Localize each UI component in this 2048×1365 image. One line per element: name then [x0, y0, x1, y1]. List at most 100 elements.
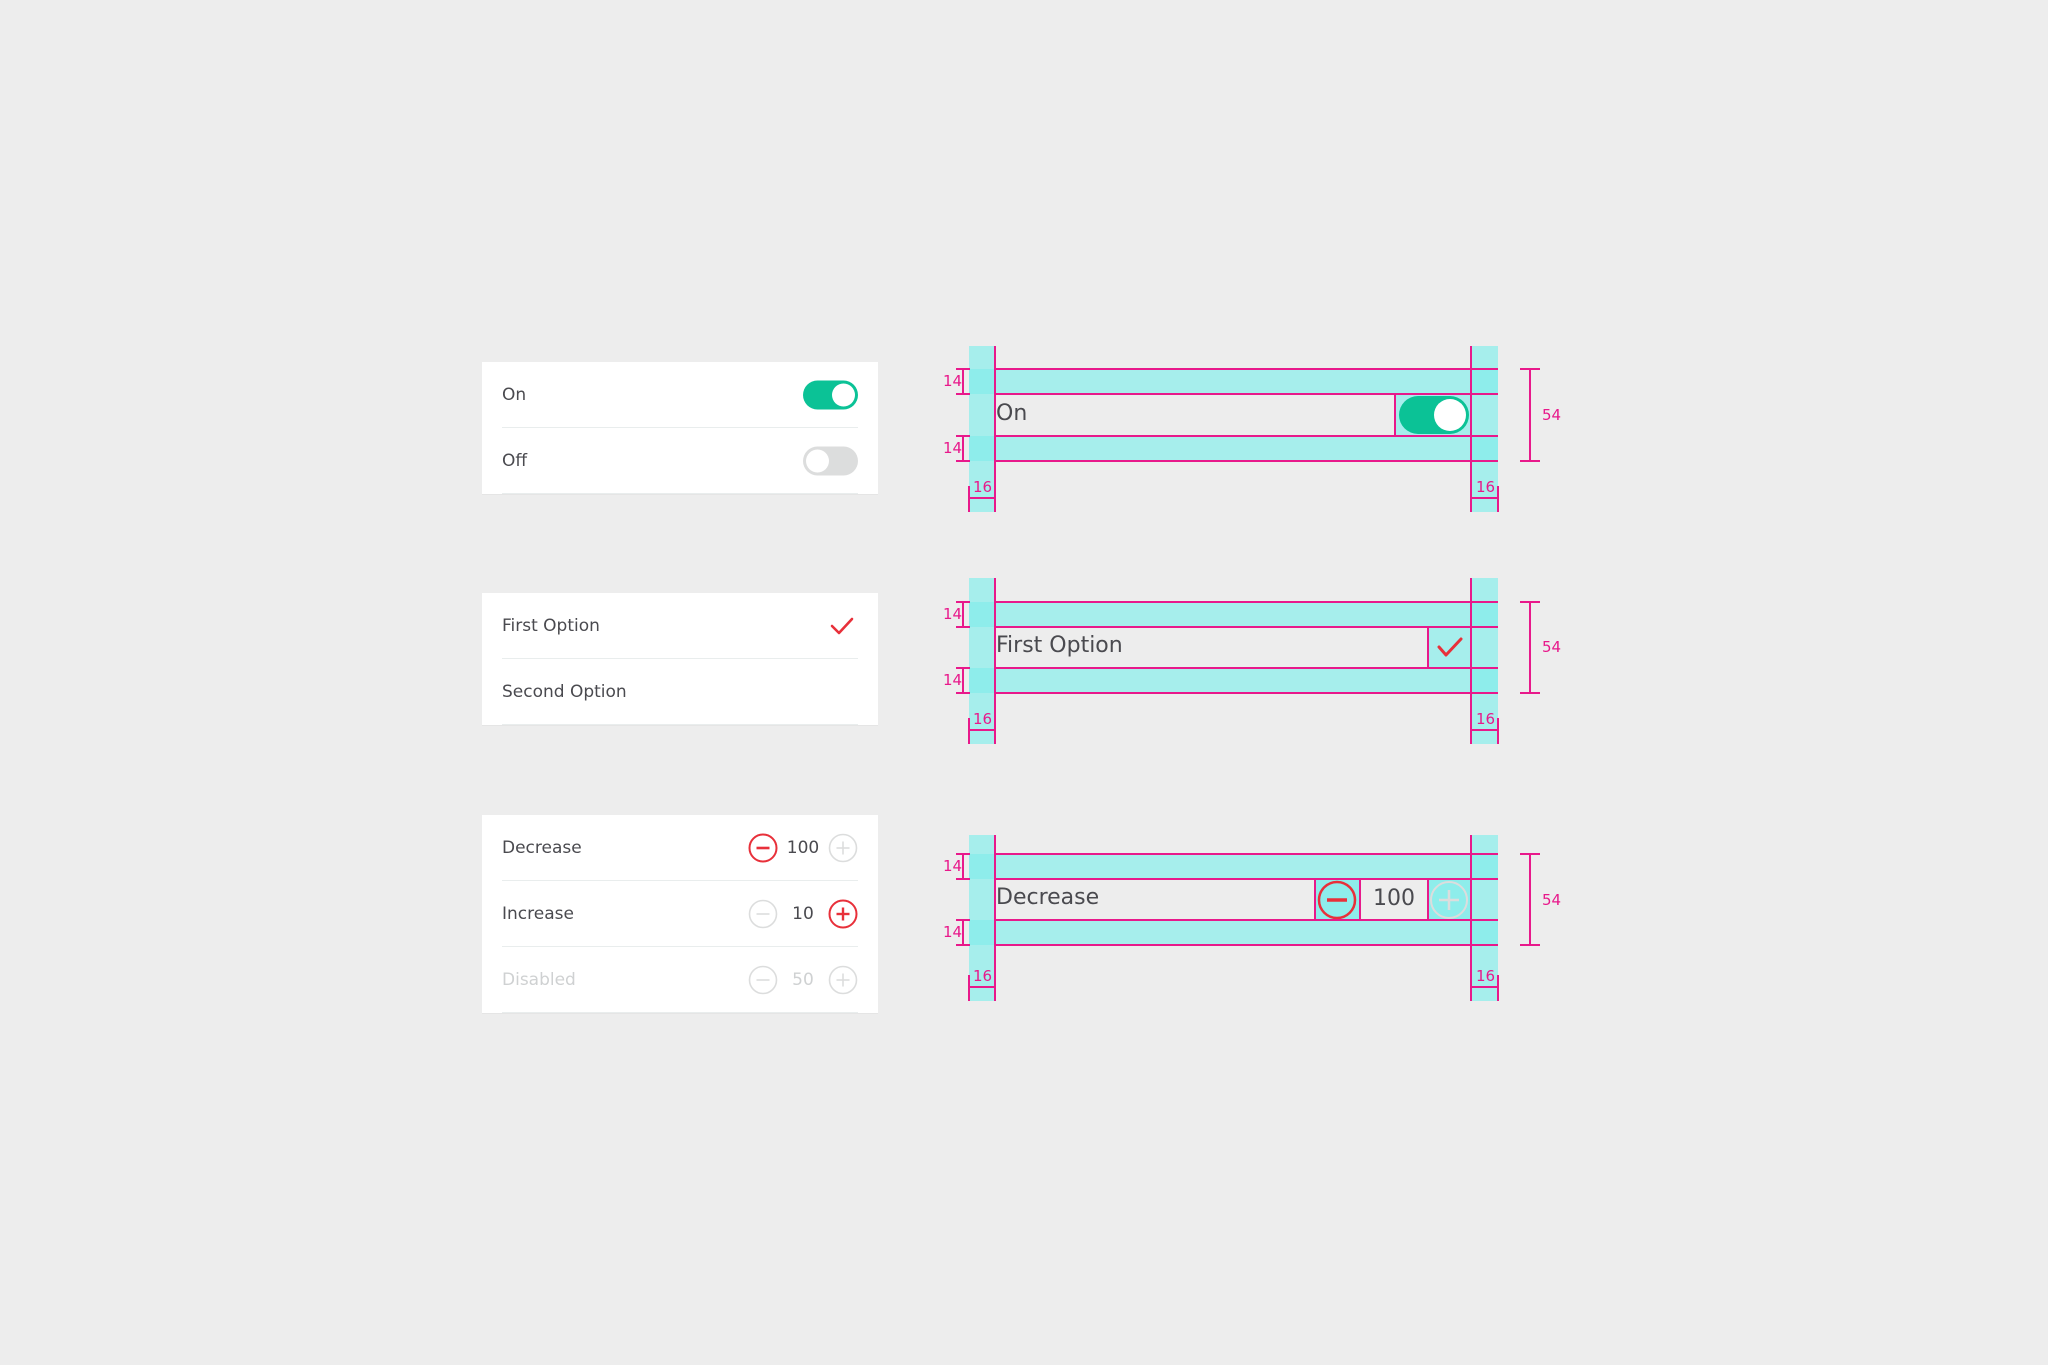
dimension-bar	[1529, 601, 1531, 694]
dimension-cap	[956, 944, 970, 946]
guide-line	[995, 368, 1498, 370]
spec-row-label: On	[996, 401, 1028, 426]
top-padding-band	[995, 602, 1498, 627]
dimension-bar	[962, 435, 964, 462]
dimension-cap	[956, 919, 970, 921]
dimension-cap	[968, 486, 970, 512]
option-row-second[interactable]: Second Option	[502, 659, 858, 725]
overlap-cell	[1471, 854, 1498, 879]
right-margin-label: 16	[1476, 710, 1496, 728]
guide-line	[995, 878, 1498, 880]
stepper-row-increase: Increase 10	[502, 881, 858, 947]
guide-line	[994, 835, 996, 1001]
guide-line	[995, 692, 1498, 694]
dimension-bar	[1529, 853, 1531, 946]
dimension-bar	[1471, 497, 1498, 499]
option-label: First Option	[502, 615, 600, 636]
overlap-cell	[1471, 668, 1498, 693]
bottom-padding-label: 14	[943, 671, 963, 689]
dimension-cap	[1520, 944, 1540, 946]
guide-line	[995, 435, 1498, 437]
guide-line	[995, 944, 1498, 946]
dimension-bar	[969, 986, 995, 988]
steppers-card: Decrease 100 Increase 10 Disabled 50	[482, 815, 878, 1013]
plus-circle-icon	[828, 965, 858, 994]
guide-line	[994, 346, 996, 512]
dimension-cap	[956, 878, 970, 880]
stepper-value: 10	[792, 903, 814, 924]
dimension-cap	[1497, 975, 1499, 1001]
bottom-padding-band	[995, 668, 1498, 693]
dimension-cap	[956, 667, 970, 669]
guide-line	[1470, 835, 1472, 1001]
guide-line	[995, 601, 1498, 603]
guide-line	[995, 626, 1498, 628]
dimension-bar	[962, 368, 964, 395]
row-height-label: 54	[1542, 638, 1562, 656]
checkmark-icon	[830, 617, 854, 634]
overlap-cell	[1471, 436, 1498, 461]
stepper-row-decrease: Decrease 100	[502, 815, 858, 881]
overlap-cell	[969, 920, 995, 945]
dimension-cap	[1520, 692, 1540, 694]
bottom-padding-label: 14	[943, 923, 963, 941]
toggle-label: On	[502, 384, 527, 405]
dimension-cap	[956, 626, 970, 628]
toggle-switch-on[interactable]	[803, 380, 858, 409]
top-padding-label: 14	[943, 372, 963, 390]
dimension-cap	[956, 435, 970, 437]
dimension-bar	[1471, 729, 1498, 731]
toggle-row-on: On	[502, 362, 858, 428]
dimension-cap	[1520, 601, 1540, 603]
toggle-knob	[1434, 399, 1466, 431]
overlap-cell	[969, 854, 995, 879]
overlap-cell	[1471, 369, 1498, 394]
dimension-cap	[1520, 368, 1540, 370]
toggle-switch-off[interactable]	[803, 446, 858, 475]
plus-circle-icon[interactable]	[828, 833, 858, 863]
toggle-spec-diagram: On 14 14 16 16 54	[940, 346, 1580, 516]
left-margin-label: 16	[973, 967, 993, 985]
options-card: First Option Second Option	[482, 593, 878, 725]
dimension-bar	[969, 729, 995, 731]
row-height-label: 54	[1542, 891, 1562, 909]
quantity-stepper-disabled: 50	[748, 965, 858, 995]
guide-line	[995, 853, 1498, 855]
dimension-cap	[1520, 853, 1540, 855]
minus-circle-icon[interactable]	[748, 833, 778, 863]
plus-circle-icon	[1430, 881, 1468, 919]
bottom-padding-band	[995, 920, 1498, 945]
overlap-cell	[1471, 920, 1498, 945]
overlap-cell	[969, 668, 995, 693]
dimension-cap	[956, 393, 970, 395]
checkmark-spec-diagram: First Option 14 14 16 16 54	[940, 578, 1580, 748]
stepper-value: 50	[792, 969, 814, 990]
guide-line	[995, 393, 1498, 395]
dimension-cap	[1520, 460, 1540, 462]
option-row-first[interactable]: First Option	[502, 593, 858, 659]
dimension-bar	[962, 667, 964, 694]
minus-circle-icon	[1317, 880, 1357, 920]
checkmark-icon	[1437, 637, 1463, 657]
stepper-label: Disabled	[502, 969, 576, 990]
overlap-cell	[969, 369, 995, 394]
option-label: Second Option	[502, 681, 627, 702]
right-margin-label: 16	[1476, 967, 1496, 985]
guide-line	[1470, 346, 1472, 512]
stepper-value: 100	[1373, 886, 1415, 911]
guide-line	[995, 919, 1498, 921]
minus-circle-icon[interactable]	[748, 899, 778, 929]
top-padding-label: 14	[943, 605, 963, 623]
plus-circle-icon[interactable]	[828, 899, 858, 929]
dimension-cap	[968, 718, 970, 744]
stepper-spec-diagram: 100 Decrease 14 14 16 16 54	[940, 835, 1580, 1005]
guide-line	[995, 667, 1498, 669]
toggle-knob	[806, 449, 829, 472]
dimension-bar	[962, 853, 964, 880]
dimension-cap	[1497, 718, 1499, 744]
toggle-row-off: Off	[502, 428, 858, 494]
dimension-cap	[968, 975, 970, 1001]
left-margin-label: 16	[973, 478, 993, 496]
left-margin-label: 16	[973, 710, 993, 728]
dimension-cap	[956, 368, 970, 370]
